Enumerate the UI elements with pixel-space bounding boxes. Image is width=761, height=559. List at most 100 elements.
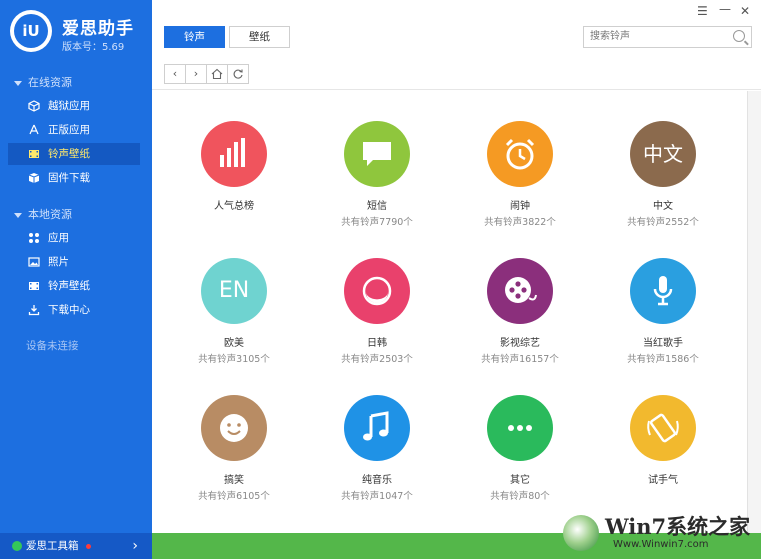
- refresh-icon[interactable]: [227, 64, 249, 84]
- category-grid: 人气总榜 短信 共有铃声7790个 闹钟 共有铃声3822个 中文 中文 共有铃…: [152, 91, 747, 533]
- online-resources-label: 在线资源: [28, 76, 72, 89]
- category-count: 共有铃声2503个: [341, 354, 413, 365]
- category-other[interactable]: 其它 共有铃声80个: [465, 395, 575, 502]
- film-reel-icon: [505, 277, 537, 303]
- category-count: 共有铃声2552个: [627, 217, 699, 228]
- category-circle: [201, 121, 267, 187]
- sidebar-item-label: 越狱应用: [48, 100, 90, 112]
- category-western[interactable]: EN 欧美 共有铃声3105个: [179, 258, 289, 365]
- category-chinese[interactable]: 中文 中文 共有铃声2552个: [608, 121, 718, 228]
- sidebar-item-photos[interactable]: 照片: [8, 251, 140, 273]
- sidebar-item-ringtones-wallpapers[interactable]: 铃声壁纸: [8, 143, 140, 165]
- category-name: 试手气: [648, 475, 678, 486]
- category-count: 共有铃声1047个: [341, 491, 413, 502]
- music-note-icon: [363, 411, 389, 441]
- search-input[interactable]: 搜索铃声: [583, 26, 752, 48]
- tab-wallpapers[interactable]: 壁纸: [229, 26, 290, 48]
- category-name: 搞笑: [224, 475, 244, 486]
- category-circle: [344, 258, 410, 324]
- topbar: 铃声 壁纸 搜索铃声 ☰ — ✕ ‹ ›: [152, 0, 761, 90]
- sidebar-item-firmware-download[interactable]: 固件下载: [8, 167, 140, 189]
- category-count: 共有铃声3822个: [484, 217, 556, 228]
- crescent-icon: [362, 276, 392, 306]
- bar-chart-icon: [220, 138, 245, 167]
- category-circle: [201, 395, 267, 461]
- brand: iU 爱思助手 版本号：5.69: [10, 10, 150, 54]
- sidebar-item-label: 正版应用: [48, 124, 90, 136]
- watermark: Win7系统之家 Www.Winwin7.com: [557, 509, 755, 557]
- category-hot-singers[interactable]: 当红歌手 共有铃声1586个: [608, 258, 718, 365]
- local-resources-header[interactable]: 本地资源: [14, 206, 72, 222]
- category-count: 共有铃声16157个: [481, 354, 559, 365]
- sidebar-item-official-apps[interactable]: 正版应用: [8, 119, 140, 141]
- back-arrow-icon[interactable]: ‹: [164, 64, 186, 84]
- toolbox-button[interactable]: 爱思工具箱 ›: [0, 533, 152, 559]
- sidebar-item-label: 照片: [48, 256, 69, 268]
- sidebar: iU 爱思助手 版本号：5.69 在线资源 越狱应用 正版应用 铃声壁纸 固件下…: [0, 0, 152, 559]
- toolbox-label: 爱思工具箱: [26, 540, 79, 552]
- sidebar-item-jailbreak-apps[interactable]: 越狱应用: [8, 95, 140, 117]
- minimize-icon[interactable]: —: [719, 2, 731, 16]
- nav-buttons: ‹ ›: [164, 64, 249, 84]
- online-resources-header[interactable]: 在线资源: [14, 74, 72, 90]
- sidebar-item-label: 固件下载: [48, 172, 90, 184]
- watermark-url: Www.Winwin7.com: [613, 539, 709, 550]
- film-icon: [29, 282, 39, 290]
- category-name: 影视综艺: [500, 338, 540, 349]
- category-name: 人气总榜: [214, 201, 254, 212]
- category-film-tv[interactable]: 影视综艺 共有铃声16157个: [465, 258, 575, 365]
- tab-ringtones[interactable]: 铃声: [164, 26, 225, 48]
- forward-arrow-icon[interactable]: ›: [185, 64, 207, 84]
- more-dots-icon: [508, 425, 532, 431]
- vertical-scrollbar[interactable]: [747, 91, 761, 533]
- microphone-icon: [653, 276, 673, 306]
- shake-phone-icon: [647, 413, 679, 443]
- category-jp-kr[interactable]: 日韩 共有铃声2503个: [322, 258, 432, 365]
- category-count: 共有铃声6105个: [198, 491, 270, 502]
- category-circle: [487, 395, 553, 461]
- chevron-right-icon: ›: [132, 538, 138, 554]
- category-name: 短信: [367, 201, 387, 212]
- category-name: 日韩: [367, 338, 387, 349]
- category-count: 共有铃声80个: [490, 491, 550, 502]
- category-try-luck[interactable]: 试手气: [608, 395, 718, 488]
- box-icon: [28, 173, 40, 183]
- sidebar-item-label: 下载中心: [48, 304, 90, 316]
- download-icon: [28, 305, 40, 316]
- apps-grid-icon: [29, 233, 39, 243]
- category-funny[interactable]: 搞笑 共有铃声6105个: [179, 395, 289, 502]
- search-icon[interactable]: [733, 30, 745, 42]
- device-status: 设备未连接: [26, 340, 79, 352]
- windows-logo-icon: [563, 515, 599, 551]
- photo-icon: [28, 257, 40, 267]
- menu-icon[interactable]: ☰: [697, 4, 708, 18]
- check-icon: [12, 541, 22, 551]
- app-logo: iU: [10, 10, 52, 52]
- app-name: 爱思助手: [62, 19, 134, 39]
- category-count: 共有铃声1586个: [627, 354, 699, 365]
- local-resources-label: 本地资源: [28, 208, 72, 221]
- film-icon: [29, 150, 39, 158]
- smile-icon: [220, 414, 248, 442]
- collapse-triangle-icon: [14, 80, 22, 86]
- sidebar-item-download-center[interactable]: 下载中心: [8, 299, 140, 321]
- category-sms[interactable]: 短信 共有铃声7790个: [322, 121, 432, 228]
- sidebar-item-local-ringtones[interactable]: 铃声壁纸: [8, 275, 140, 297]
- sidebar-item-local-apps[interactable]: 应用: [8, 227, 140, 249]
- category-circle: [344, 395, 410, 461]
- home-icon[interactable]: [206, 64, 228, 84]
- category-alarm[interactable]: 闹钟 共有铃声3822个: [465, 121, 575, 228]
- category-count: 共有铃声3105个: [198, 354, 270, 365]
- category-count: 共有铃声7790个: [341, 217, 413, 228]
- cube-icon: [28, 100, 40, 112]
- sidebar-item-label: 铃声壁纸: [48, 280, 90, 292]
- category-popular[interactable]: 人气总榜: [179, 121, 289, 214]
- appstore-icon: [29, 124, 39, 135]
- chinese-text-icon: 中文: [643, 142, 683, 166]
- sidebar-item-label: 铃声壁纸: [48, 148, 90, 160]
- close-icon[interactable]: ✕: [740, 4, 750, 18]
- category-circle: [630, 258, 696, 324]
- category-pure-music[interactable]: 纯音乐 共有铃声1047个: [322, 395, 432, 502]
- app-version: 版本号：5.69: [62, 42, 125, 53]
- category-name: 闹钟: [510, 201, 530, 212]
